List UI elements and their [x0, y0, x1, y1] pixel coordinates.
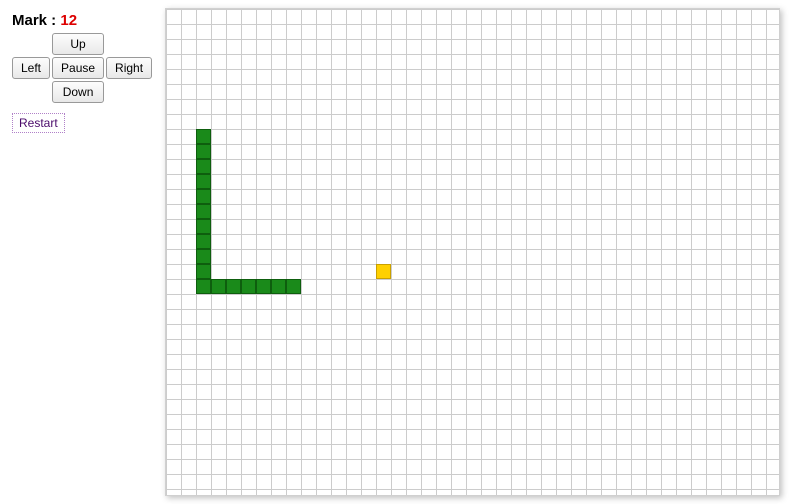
snake-segment: [196, 174, 211, 189]
food: [376, 264, 391, 279]
up-button[interactable]: Up: [52, 33, 104, 55]
snake-segment: [256, 279, 271, 294]
snake-segment: [196, 144, 211, 159]
snake-segment: [196, 219, 211, 234]
left-button[interactable]: Left: [12, 57, 50, 79]
snake-segment: [196, 189, 211, 204]
restart-button[interactable]: Restart: [12, 113, 65, 133]
snake-segment: [286, 279, 301, 294]
snake-segment: [241, 279, 256, 294]
score-label: Mark :: [12, 12, 60, 29]
snake-segment: [226, 279, 241, 294]
snake-segment: [211, 279, 226, 294]
snake-segment: [196, 204, 211, 219]
controls-panel: Mark : 12 Up Left Pause Right Down Resta…: [12, 12, 157, 133]
snake-segment: [196, 264, 211, 279]
direction-pad: Up Left Pause Right Down: [12, 33, 157, 103]
snake-segment: [196, 249, 211, 264]
pause-button[interactable]: Pause: [52, 57, 104, 79]
score-value: 12: [60, 12, 77, 29]
game-board[interactable]: [165, 8, 780, 496]
snake-segment: [271, 279, 286, 294]
down-button[interactable]: Down: [52, 81, 104, 103]
score-display: Mark : 12: [12, 12, 157, 29]
snake-segment: [196, 159, 211, 174]
snake-segment: [196, 234, 211, 249]
game-grid: [166, 9, 779, 495]
snake-segment: [196, 129, 211, 144]
snake-segment: [196, 279, 211, 294]
right-button[interactable]: Right: [106, 57, 152, 79]
